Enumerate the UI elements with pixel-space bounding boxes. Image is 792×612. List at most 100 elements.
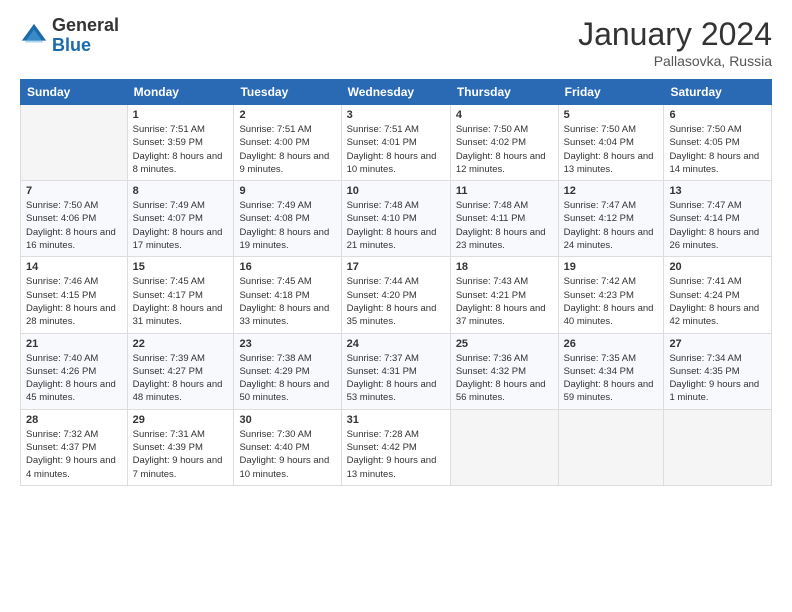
daylight-text: Daylight: 8 hours and 26 minutes. (669, 227, 759, 251)
day-number: 24 (347, 338, 445, 350)
cell-w3-d0: 21Sunrise: 7:40 AMSunset: 4:26 PMDayligh… (21, 333, 128, 409)
daylight-text: Daylight: 8 hours and 42 minutes. (669, 303, 759, 327)
cell-w3-d4: 25Sunrise: 7:36 AMSunset: 4:32 PMDayligh… (450, 333, 558, 409)
cell-w0-d1: 1Sunrise: 7:51 AMSunset: 3:59 PMDaylight… (127, 105, 234, 181)
cell-w0-d0 (21, 105, 128, 181)
cell-w4-d6 (664, 409, 772, 485)
cell-w1-d1: 8Sunrise: 7:49 AMSunset: 4:07 PMDaylight… (127, 181, 234, 257)
cell-content: Sunrise: 7:51 AMSunset: 4:01 PMDaylight:… (347, 123, 445, 176)
cell-content: Sunrise: 7:50 AMSunset: 4:04 PMDaylight:… (564, 123, 659, 176)
sunset-text: Sunset: 4:18 PM (239, 290, 309, 301)
cell-w2-d3: 17Sunrise: 7:44 AMSunset: 4:20 PMDayligh… (341, 257, 450, 333)
cell-content: Sunrise: 7:47 AMSunset: 4:14 PMDaylight:… (669, 199, 766, 252)
day-number: 18 (456, 261, 553, 273)
cell-content: Sunrise: 7:34 AMSunset: 4:35 PMDaylight:… (669, 352, 766, 405)
sunset-text: Sunset: 4:08 PM (239, 213, 309, 224)
sunrise-text: Sunrise: 7:50 AM (669, 124, 741, 135)
cell-w3-d1: 22Sunrise: 7:39 AMSunset: 4:27 PMDayligh… (127, 333, 234, 409)
cell-content: Sunrise: 7:32 AMSunset: 4:37 PMDaylight:… (26, 428, 122, 481)
daylight-text: Daylight: 8 hours and 59 minutes. (564, 379, 654, 403)
cell-content: Sunrise: 7:40 AMSunset: 4:26 PMDaylight:… (26, 352, 122, 405)
logo-icon (20, 22, 48, 50)
cell-content: Sunrise: 7:31 AMSunset: 4:39 PMDaylight:… (133, 428, 229, 481)
header: General Blue January 2024 Pallasovka, Ru… (20, 16, 772, 69)
sunrise-text: Sunrise: 7:50 AM (26, 200, 98, 211)
sunset-text: Sunset: 4:40 PM (239, 442, 309, 453)
sunrise-text: Sunrise: 7:35 AM (564, 353, 636, 364)
cell-content: Sunrise: 7:49 AM Sunset: 4:08 PM Daylight:… (239, 199, 335, 252)
cell-content: Sunrise: 7:36 AMSunset: 4:32 PMDaylight:… (456, 352, 553, 405)
sunset-text: Sunset: 4:34 PM (564, 366, 634, 377)
sunset-text: Sunset: 4:23 PM (564, 290, 634, 301)
week-row-1: 7 Sunrise: 7:50 AM Sunset: 4:06 PM Daylight… (21, 181, 772, 257)
cell-w2-d1: 15Sunrise: 7:45 AMSunset: 4:17 PMDayligh… (127, 257, 234, 333)
day-number: 30 (239, 414, 335, 426)
cell-content: Sunrise: 7:50 AMSunset: 4:06 PMDaylight:… (26, 199, 122, 252)
cell-w0-d4: 4Sunrise: 7:50 AMSunset: 4:02 PMDaylight… (450, 105, 558, 181)
sunset-text: Sunset: 3:59 PM (133, 137, 203, 148)
sunrise-text: Sunrise: 7:28 AM (347, 429, 419, 440)
day-number: 13 (669, 185, 766, 197)
cell-w2-d2: 16Sunrise: 7:45 AMSunset: 4:18 PMDayligh… (234, 257, 341, 333)
sunset-text: Sunset: 4:07 PM (133, 213, 203, 224)
sunrise-text: Sunrise: 7:45 AM (239, 276, 311, 287)
sunset-text: Sunset: 4:06 PM (26, 213, 96, 224)
daylight-text: Daylight: 9 hours and 10 minutes. (239, 455, 329, 479)
day-number: 10 (347, 185, 445, 197)
day-number: 14 (26, 261, 122, 273)
daylight-text: Daylight: 8 hours and 48 minutes. (133, 379, 223, 403)
sunset-text: Sunset: 4:24 PM (669, 290, 739, 301)
day-number: 3 (347, 109, 445, 121)
day-number: 1 (133, 109, 229, 121)
sunset-text: Sunset: 4:01 PM (347, 137, 417, 148)
daylight-text: Daylight: 8 hours and 53 minutes. (347, 379, 437, 403)
sunset-text: Sunset: 4:42 PM (347, 442, 417, 453)
daylight-text: Daylight: 8 hours and 40 minutes. (564, 303, 654, 327)
cell-content: Sunrise: 7:35 AM Sunset: 4:34 PM Daylight:… (564, 352, 659, 405)
cell-content: Sunrise: 7:28 AMSunset: 4:42 PMDaylight:… (347, 428, 445, 481)
sunset-text: Sunset: 4:20 PM (347, 290, 417, 301)
daylight-text: Daylight: 8 hours and 14 minutes. (669, 151, 759, 175)
day-number: 23 (239, 338, 335, 350)
sunrise-text: Sunrise: 7:42 AM (564, 276, 636, 287)
calendar-table: Sunday Monday Tuesday Wednesday Thursday… (20, 79, 772, 486)
sunrise-text: Sunrise: 7:49 AM (239, 200, 311, 211)
cell-content: Sunrise: 7:47 AMSunset: 4:12 PMDaylight:… (564, 199, 659, 252)
daylight-text: Daylight: 8 hours and 37 minutes. (456, 303, 546, 327)
day-number: 11 (456, 185, 553, 197)
day-number: 16 (239, 261, 335, 273)
cell-w1-d0: 7Sunrise: 7:50 AMSunset: 4:06 PMDaylight… (21, 181, 128, 257)
cell-w3-d2: 23Sunrise: 7:38 AMSunset: 4:29 PMDayligh… (234, 333, 341, 409)
sunset-text: Sunset: 4:10 PM (347, 213, 417, 224)
sunrise-text: Sunrise: 7:50 AM (564, 124, 636, 135)
sunset-text: Sunset: 4:27 PM (133, 366, 203, 377)
cell-content: Sunrise: 7:50 AMSunset: 4:05 PMDaylight:… (669, 123, 766, 176)
cell-w2-d6: 20Sunrise: 7:41 AMSunset: 4:24 PMDayligh… (664, 257, 772, 333)
col-monday: Monday (127, 80, 234, 105)
cell-w1-d6: 13 Sunrise: 7:47 AMSunset: 4:14 PMDayligh… (664, 181, 772, 257)
week-row-3: 21Sunrise: 7:40 AMSunset: 4:26 PMDayligh… (21, 333, 772, 409)
daylight-text: Daylight: 9 hours and 7 minutes. (133, 455, 223, 479)
day-number: 27 (669, 338, 766, 350)
sunset-text: Sunset: 4:32 PM (456, 366, 526, 377)
daylight-text: Daylight: 8 hours and 35 minutes. (347, 303, 437, 327)
cell-content: Sunrise: 7:45 AMSunset: 4:18 PMDaylight:… (239, 275, 335, 328)
cell-content: Sunrise: 7:48 AMSunset: 4:11 PMDaylight:… (456, 199, 553, 252)
sunrise-text: Sunrise: 7:44 AM (347, 276, 419, 287)
sunrise-text: Sunrise: 7:46 AM (26, 276, 98, 287)
cell-w3-d6: 27 Sunrise: 7:34 AMSunset: 4:35 PMDayligh… (664, 333, 772, 409)
sunrise-text: Sunrise: 7:49 AM (133, 200, 205, 211)
daylight-text: Daylight: 8 hours and 45 minutes. (26, 379, 116, 403)
cell-content: Sunrise: 7:50 AMSunset: 4:02 PMDaylight:… (456, 123, 553, 176)
sunset-text: Sunset: 4:29 PM (239, 366, 309, 377)
day-number: 7 (26, 185, 122, 197)
col-thursday: Thursday (450, 80, 558, 105)
daylight-text: Daylight: 8 hours and 19 minutes. (239, 227, 329, 251)
logo-blue-text: Blue (52, 36, 119, 56)
sunset-text: Sunset: 4:39 PM (133, 442, 203, 453)
sunrise-text: Sunrise: 7:45 AM (133, 276, 205, 287)
cell-w2-d4: 18Sunrise: 7:43 AMSunset: 4:21 PMDayligh… (450, 257, 558, 333)
cell-w4-d3: 31Sunrise: 7:28 AMSunset: 4:42 PMDayligh… (341, 409, 450, 485)
sunrise-text: Sunrise: 7:30 AM (239, 429, 311, 440)
cell-content: Sunrise: 7:41 AMSunset: 4:24 PMDaylight:… (669, 275, 766, 328)
